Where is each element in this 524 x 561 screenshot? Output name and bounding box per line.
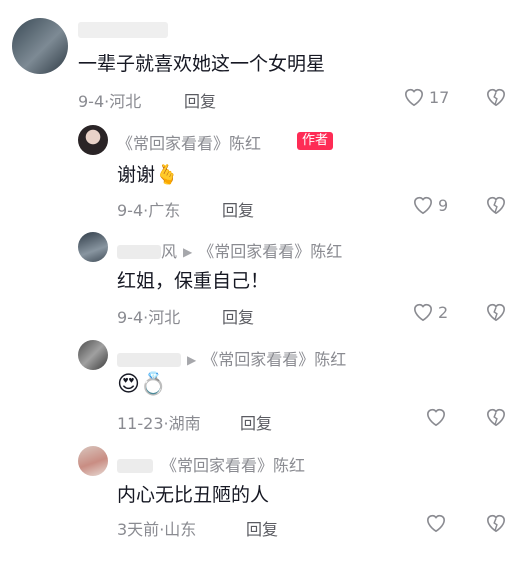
comment-text: 谢谢🫰 [117,160,179,187]
like-button[interactable] [425,513,451,533]
like-count: 2 [438,302,449,322]
like-count: 9 [438,195,449,215]
comment-meta: 11-23·湖南 [117,410,201,434]
heart-icon [425,407,447,427]
avatar[interactable] [78,340,108,370]
comment-text: 红姐，保重自己！ [117,270,270,292]
comment-meta: 3天前·山东 [117,516,196,540]
comment-text: 一辈子就喜欢她这一个女明星 [78,53,326,75]
comment-date: 9-4 [117,308,144,327]
reply-button[interactable]: 回复 [222,304,254,328]
broken-heart-icon [485,302,507,322]
comment-location: 广东 [148,201,181,220]
reply-to-name[interactable]: 《常回家看看》陈红 [198,242,342,261]
comment-meta: 9-4·河北 [78,88,141,112]
comment-text-content: 谢谢 [117,164,156,186]
reply-to-name[interactable]: 《常回家看看》陈红 [202,350,346,369]
username-blurred [117,245,161,259]
reply-button[interactable]: 回复 [184,88,216,112]
comment-location: 湖南 [168,414,201,433]
reply-button[interactable]: 回复 [240,410,272,434]
dislike-button[interactable] [485,87,507,107]
like-count: 17 [429,87,450,107]
finger-heart-emoji: 🫰 [155,164,179,186]
username[interactable]: 《常回家看看》陈红 [117,452,305,476]
dislike-button[interactable] [485,302,507,322]
comment-date: 9-4 [78,92,105,111]
comment-meta: 9-4·河北 [117,304,180,328]
dislike-button[interactable] [485,407,507,427]
reply-button[interactable]: 回复 [246,516,278,540]
dislike-button[interactable] [485,195,507,215]
username-blurred [117,353,181,367]
comment-date: 9-4 [117,201,144,220]
reply-button[interactable]: 回复 [222,197,254,221]
reply-arrow-icon: ▶ [183,245,193,259]
like-button[interactable]: 9 [412,195,448,215]
heart-icon [412,302,434,322]
like-button[interactable] [425,407,451,427]
comment-location: 河北 [109,92,142,111]
like-button[interactable]: 17 [403,87,449,107]
username[interactable]: ▶ 《常回家看看》陈红 [117,346,346,370]
comment-text: 内心无比丑陋的人 [117,484,270,506]
reply-arrow-icon: ▶ [187,353,197,367]
heart-icon [425,513,447,533]
comment-location: 山东 [164,520,197,539]
username-blurred [117,459,153,473]
username-blurred[interactable] [78,22,168,38]
broken-heart-icon [485,407,507,427]
broken-heart-icon [485,87,507,107]
comment-date: 3天前 [117,520,160,539]
comment-date: 11-23 [117,414,164,433]
dislike-button[interactable] [485,513,507,533]
username[interactable]: 《常回家看看》陈红 [117,130,261,154]
avatar[interactable] [78,125,108,155]
username-visible: 风 [161,242,178,261]
comment-emoji: 😍💍 [117,372,168,397]
avatar[interactable] [78,446,108,476]
like-button[interactable]: 2 [412,302,448,322]
reply-to-name[interactable]: 《常回家看看》陈红 [161,456,305,475]
avatar[interactable] [78,232,108,262]
author-badge: 作者 [297,132,334,150]
comment-meta: 9-4·广东 [117,197,180,221]
heart-icon [412,195,434,215]
broken-heart-icon [485,513,507,533]
avatar[interactable] [12,18,68,74]
broken-heart-icon [485,195,507,215]
comment-location: 河北 [148,308,181,327]
username[interactable]: 风 ▶ 《常回家看看》陈红 [117,238,342,262]
heart-icon [403,87,425,107]
